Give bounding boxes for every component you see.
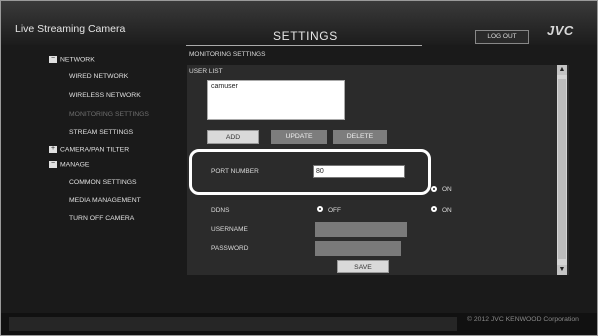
sidebar-item-label: MANAGE: [60, 161, 90, 169]
sidebar-item-network[interactable]: − NETWORK: [49, 55, 95, 64]
port-number-highlight: [189, 149, 431, 195]
sidebar-item-media-management[interactable]: MEDIA MANAGEMENT: [69, 197, 141, 204]
radio-on-label: ON: [442, 186, 452, 193]
scroll-thumb[interactable]: [558, 79, 566, 259]
app-window: Live Streaming Camera SETTINGS LOG OUT J…: [0, 0, 598, 336]
sidebar-item-monitoring-settings[interactable]: MONITORING SETTINGS: [69, 111, 149, 118]
radio-on[interactable]: [431, 186, 437, 192]
title-underline: [186, 45, 422, 46]
ddns-on-label: ON: [442, 207, 452, 214]
ddns-label: DDNS: [211, 207, 230, 214]
status-strip: [9, 317, 457, 331]
sidebar-item-label: NETWORK: [60, 56, 95, 64]
section-title: MONITORING SETTINGS: [189, 51, 266, 58]
sidebar-item-label: CAMERA/PAN TILTER: [60, 146, 130, 154]
ddns-off-label: OFF: [328, 207, 341, 214]
sidebar-item-wireless-network[interactable]: WIRELESS NETWORK: [69, 92, 141, 99]
scroll-up-icon[interactable]: ▲: [557, 65, 567, 75]
sidebar-item-common-settings[interactable]: COMMON SETTINGS: [69, 179, 137, 186]
sidebar-item-wired-network[interactable]: WIRED NETWORK: [69, 73, 128, 80]
sidebar-item-manage[interactable]: − MANAGE: [49, 160, 90, 169]
collapse-icon: −: [49, 55, 57, 63]
header-bar: Live Streaming Camera SETTINGS LOG OUT J…: [1, 1, 597, 45]
page-title: SETTINGS: [273, 29, 338, 43]
add-button[interactable]: ADD: [207, 130, 259, 144]
password-field[interactable]: [315, 241, 401, 256]
sidebar-item-turn-off-camera[interactable]: TURN OFF CAMERA: [69, 215, 134, 222]
scroll-down-icon[interactable]: ▼: [557, 265, 567, 275]
update-button[interactable]: UPDATE: [271, 130, 327, 144]
scrollbar[interactable]: ▲ ▼: [557, 65, 567, 275]
brand-logo: JVC: [547, 23, 574, 38]
sidebar-item-stream-settings[interactable]: STREAM SETTINGS: [69, 129, 133, 136]
collapse-icon: −: [49, 160, 57, 168]
sidebar-item-camera-pan-tilter[interactable]: + CAMERA/PAN TILTER: [49, 145, 130, 154]
copyright-text: © 2012 JVC KENWOOD Corporation: [467, 316, 579, 323]
user-list-label: USER LIST: [189, 68, 223, 75]
delete-button[interactable]: DELETE: [333, 130, 387, 144]
list-item[interactable]: camuser: [211, 83, 341, 90]
expand-icon: +: [49, 145, 57, 153]
password-label: PASSWORD: [211, 245, 249, 252]
username-label: USERNAME: [211, 226, 248, 233]
ddns-on-radio[interactable]: [431, 206, 437, 212]
username-field[interactable]: [315, 222, 407, 237]
logout-button[interactable]: LOG OUT: [475, 30, 529, 44]
user-list[interactable]: camuser: [207, 80, 345, 120]
ddns-off-radio[interactable]: [317, 206, 323, 212]
app-title: Live Streaming Camera: [15, 23, 126, 35]
save-button[interactable]: SAVE: [337, 260, 389, 273]
